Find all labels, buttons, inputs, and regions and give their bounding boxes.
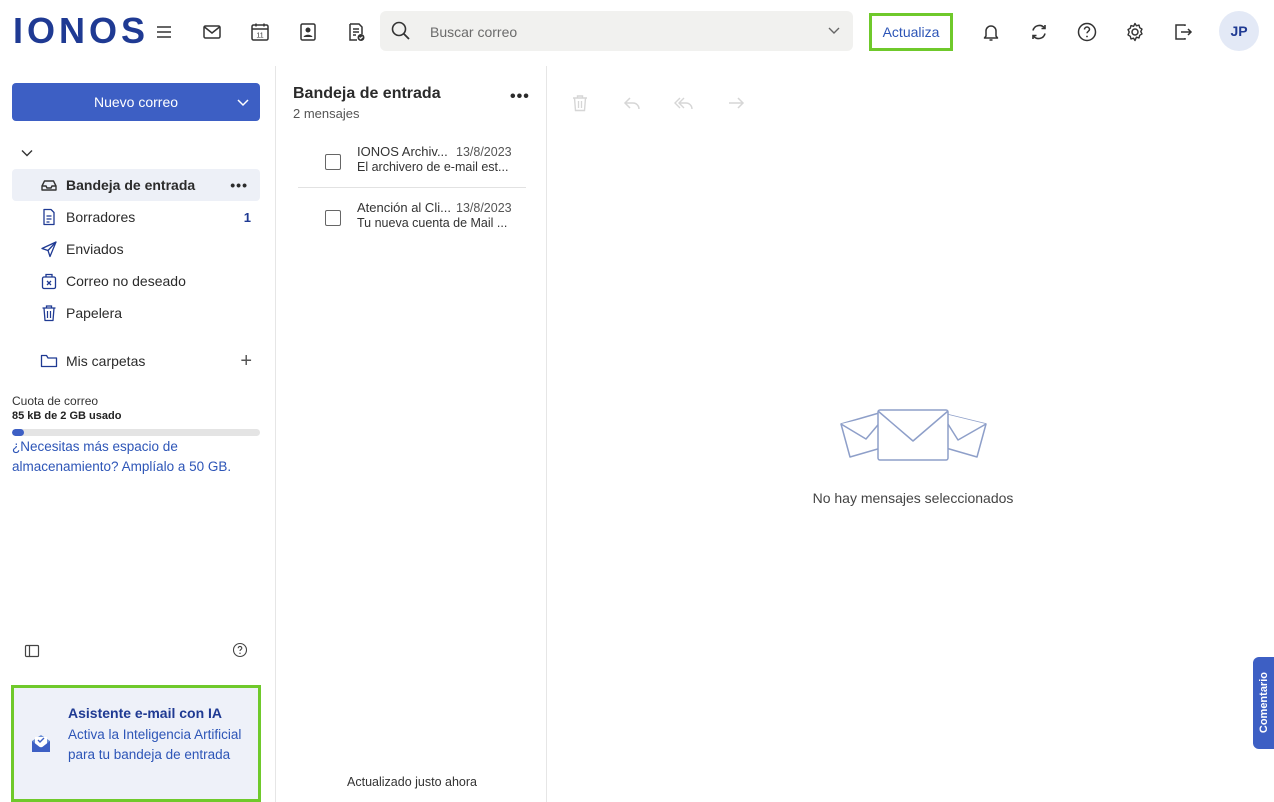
message-sender: Atención al Cli... (357, 200, 451, 215)
trash-icon (39, 303, 59, 323)
list-item[interactable]: IONOS Archiv... 13/8/2023 El archivero d… (298, 144, 526, 196)
quota-progress-fill (12, 429, 25, 436)
feedback-label: Comentario (1257, 672, 1270, 734)
message-list: Bandeja de entrada 2 mensajes ••• IONOS … (277, 66, 547, 802)
spam-icon (39, 271, 59, 291)
mail-icon[interactable] (198, 18, 226, 46)
chevron-down-icon[interactable] (827, 23, 841, 37)
bell-icon[interactable] (977, 18, 1005, 46)
sidebar-item-label: Enviados (66, 241, 124, 257)
draft-icon (39, 207, 59, 227)
logout-icon[interactable] (1169, 18, 1197, 46)
sidebar-item-label: Borradores (66, 209, 136, 225)
help-icon[interactable] (232, 642, 248, 658)
contacts-icon[interactable] (294, 18, 322, 46)
sidebar-item-label: Bandeja de entrada (66, 177, 196, 193)
message-snippet: Tu nueva cuenta de Mail ... (357, 216, 508, 230)
sidebar-toggle-icon[interactable] (24, 643, 40, 659)
top-bar: IONOS 11 Actualiza (0, 0, 1274, 66)
quota-used: 85 kB de 2 GB usado (12, 410, 122, 422)
sidebar-item-trash[interactable]: Papelera (12, 297, 260, 329)
my-folders-label: Mis carpetas (66, 353, 146, 369)
my-folders[interactable]: Mis carpetas + (12, 348, 260, 374)
sidebar-item-spam[interactable]: Correo no deseado (12, 265, 260, 297)
sidebar-item-label: Papelera (66, 305, 123, 321)
envelopes-illustration (840, 409, 987, 461)
message-count: 2 mensajes (293, 106, 360, 121)
search-bar (380, 11, 853, 51)
message-date: 13/8/2023 (456, 145, 512, 159)
new-mail-label: Nuevo correo (93, 94, 179, 110)
quota-progress-bar (12, 429, 260, 436)
sidebar-item-drafts[interactable]: Borradores 1 (12, 201, 260, 233)
sync-status: Actualizado justo ahora (347, 775, 477, 789)
inbox-icon (39, 175, 59, 195)
list-item[interactable]: Atención al Cli... 13/8/2023 Tu nueva cu… (298, 200, 526, 252)
chevron-down-icon[interactable] (236, 95, 250, 109)
search-icon[interactable] (390, 20, 412, 42)
drafts-count-badge: 1 (243, 209, 251, 225)
reading-pane: No hay mensajes seleccionados (548, 66, 1274, 802)
menu-icon[interactable] (150, 18, 178, 46)
folder-icon (39, 351, 59, 371)
forward-icon[interactable] (726, 93, 748, 115)
empty-state-text: No hay mensajes seleccionados (812, 490, 1014, 506)
trash-icon[interactable] (570, 93, 592, 115)
message-snippet: El archivero de e-mail est... (357, 160, 509, 174)
divider (298, 187, 526, 188)
upgrade-button[interactable]: Actualiza (869, 13, 953, 51)
ionos-logo[interactable]: IONOS (13, 13, 149, 49)
refresh-icon[interactable] (1025, 18, 1053, 46)
tasks-icon[interactable] (342, 18, 370, 46)
help-icon[interactable] (1073, 18, 1101, 46)
message-date: 13/8/2023 (456, 201, 512, 215)
collapse-chevron-icon[interactable] (20, 146, 34, 160)
ai-promo-title: Asistente e-mail con IA (68, 705, 223, 721)
list-more-icon[interactable]: ••• (510, 89, 530, 105)
message-checkbox[interactable] (325, 210, 341, 226)
new-mail-button[interactable]: Nuevo correo (12, 83, 260, 121)
quota-label: Cuota de correo (12, 394, 99, 408)
avatar[interactable]: JP (1219, 11, 1259, 51)
add-folder-icon[interactable]: + (240, 350, 252, 373)
reply-icon[interactable] (622, 93, 644, 115)
ai-assistant-promo[interactable]: Asistente e-mail con IA Activa la Inteli… (11, 685, 261, 802)
calendar-icon[interactable]: 11 (246, 18, 274, 46)
send-icon (39, 239, 59, 259)
mail-app: IONOS 11 Actualiza (0, 0, 1274, 802)
list-title: Bandeja de entrada (293, 85, 441, 102)
search-input[interactable] (430, 21, 810, 43)
sidebar-item-sent[interactable]: Enviados (12, 233, 260, 265)
storage-upsell-link[interactable]: ¿Necesitas más espacio de almacenamiento… (12, 437, 252, 477)
ai-promo-text: Activa la Inteligencia Artificial para t… (68, 727, 242, 762)
sidebar: Nuevo correo Bandeja de entrada ••• Borr… (0, 66, 276, 802)
sidebar-item-label: Correo no deseado (66, 273, 186, 289)
folder-more-icon[interactable]: ••• (230, 177, 248, 193)
reply-all-icon[interactable] (674, 93, 696, 115)
gear-icon[interactable] (1121, 18, 1149, 46)
calendar-day: 11 (256, 33, 263, 40)
sidebar-item-inbox[interactable]: Bandeja de entrada ••• (12, 169, 260, 201)
message-sender: IONOS Archiv... (357, 144, 448, 159)
feedback-tab[interactable]: Comentario (1253, 657, 1274, 749)
ai-mail-icon (32, 735, 50, 752)
message-checkbox[interactable] (325, 154, 341, 170)
